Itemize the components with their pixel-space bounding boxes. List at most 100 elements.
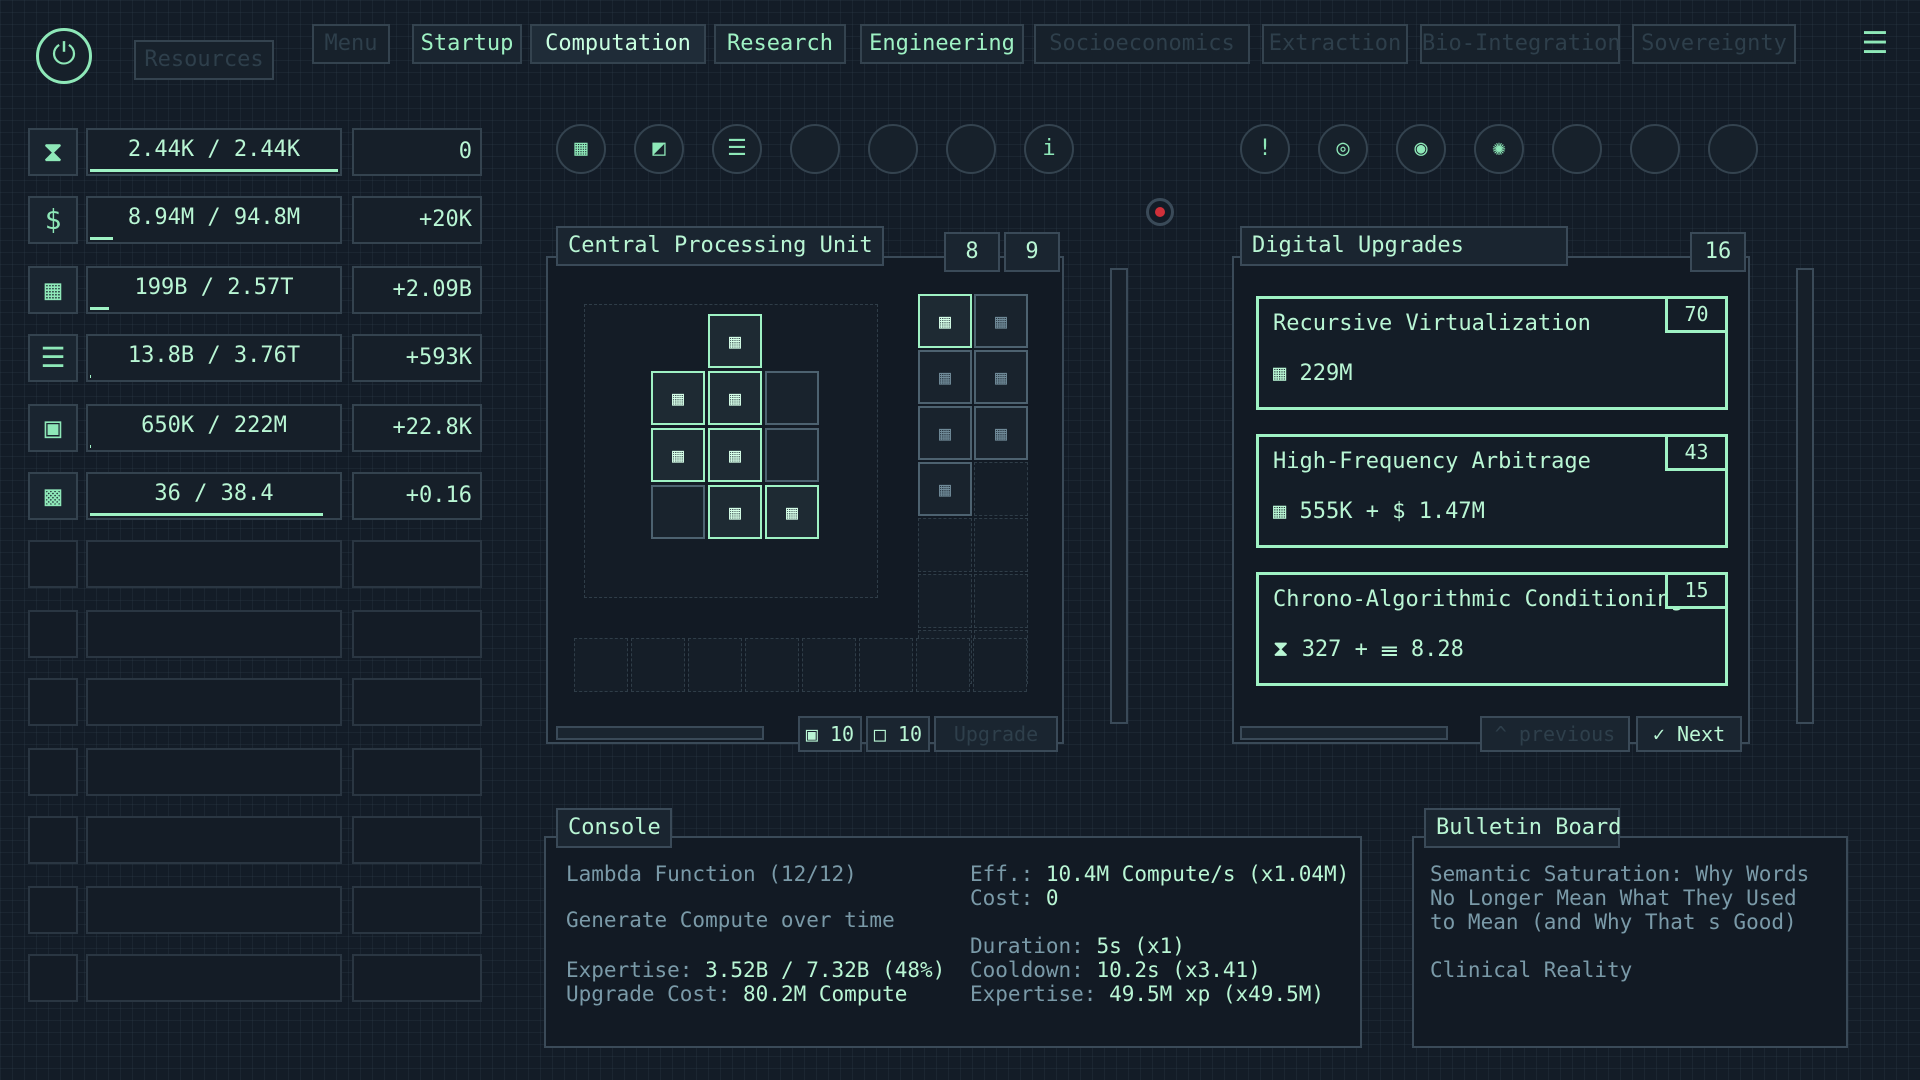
inventory-chip[interactable]: ▦ [974, 294, 1028, 348]
processor-chip[interactable]: ▦ [651, 371, 705, 425]
console-xp-value: 49.5M xp (x49.5M) [1109, 982, 1325, 1006]
upgrade-cost: ▦ 229M [1273, 361, 1353, 386]
empty-rate-slot [352, 748, 482, 796]
upgrade-card-1[interactable]: Recursive Virtualization 70 ▦ 229M [1256, 296, 1728, 410]
settings-button[interactable]: ☰ [1850, 22, 1900, 66]
left-vertical-gauge[interactable] [1110, 268, 1128, 724]
empty-icon-slot [28, 816, 78, 864]
resource-amount: 650K / 222M [86, 404, 342, 452]
empty-node-slot[interactable] [1708, 124, 1758, 174]
processor-chip[interactable]: ▦ [708, 314, 762, 368]
ability-node-icon[interactable]: ◎ [1318, 124, 1368, 174]
bottom-slot[interactable] [973, 638, 1027, 692]
console-cooldown-value: 10.2s (x3.41) [1096, 958, 1261, 982]
processor-chip[interactable]: ▦ [708, 485, 762, 539]
ability-node-icon[interactable]: ✺ [1474, 124, 1524, 174]
inventory-chip[interactable]: ▦ [918, 462, 972, 516]
power-icon: ⏻ [52, 37, 76, 72]
empty-node-slot[interactable] [946, 124, 996, 174]
inventory-slot[interactable] [974, 462, 1028, 516]
empty-amount-slot [86, 816, 342, 864]
bottom-slot[interactable] [688, 638, 742, 692]
tab-socioeconomics[interactable]: Socioeconomics [1034, 24, 1250, 64]
inventory-slot[interactable] [918, 518, 972, 572]
empty-amount-slot [86, 954, 342, 1002]
empty-node-slot[interactable] [790, 124, 840, 174]
cpu-footer-cores: ▣ 10 [798, 716, 862, 752]
tab-research[interactable]: Research [714, 24, 846, 64]
empty-socket[interactable] [765, 371, 819, 425]
ability-node-icon[interactable]: ☰ [712, 124, 762, 174]
console-expertise-value: 3.52B / 7.32B (48%) [705, 958, 946, 982]
upgrade-card-3[interactable]: Chrono-Algorithmic Conditioning 15 ⧗ 327… [1256, 572, 1728, 686]
upgrade-name: High-Frequency Arbitrage [1273, 449, 1591, 474]
empty-node-slot[interactable] [1630, 124, 1680, 174]
ability-node-icon[interactable]: ! [1240, 124, 1290, 174]
inventory-slot[interactable] [974, 518, 1028, 572]
bottom-slot[interactable] [574, 638, 628, 692]
upgrade-level: 70 [1665, 299, 1725, 333]
tab-startup[interactable]: Startup [412, 24, 522, 64]
bottom-slot[interactable] [631, 638, 685, 692]
empty-amount-slot [86, 886, 342, 934]
cpu-count-b: 9 [1004, 232, 1060, 272]
right-vertical-gauge[interactable] [1796, 268, 1814, 724]
upgrades-scrollbar[interactable] [1240, 726, 1448, 740]
bulletin-headline-1-cont: No Longer Mean What They Used [1430, 886, 1797, 910]
inventory-chip[interactable]: ▦ [918, 294, 972, 348]
tab-extraction[interactable]: Extraction [1262, 24, 1408, 64]
bottom-slot[interactable] [916, 638, 970, 692]
inventory-slot[interactable] [974, 574, 1028, 628]
resource-fill-bar [90, 375, 91, 378]
ability-node-icon[interactable]: ◉ [1396, 124, 1446, 174]
cpu-scrollbar[interactable] [556, 726, 764, 740]
tab-computation[interactable]: Computation [530, 24, 706, 64]
empty-socket[interactable] [651, 485, 705, 539]
core-eye-icon [1146, 198, 1174, 226]
bottom-slot[interactable] [745, 638, 799, 692]
processor-chip[interactable]: ▦ [708, 428, 762, 482]
tab-engineering[interactable]: Engineering [860, 24, 1024, 64]
processor-chip[interactable]: ▦ [708, 371, 762, 425]
inventory-chip[interactable]: ▦ [918, 406, 972, 460]
bottom-slot[interactable] [802, 638, 856, 692]
cpu-upgrade-button[interactable]: Upgrade [934, 716, 1058, 752]
inventory-chip[interactable]: ▦ [974, 406, 1028, 460]
inventory-chip[interactable]: ▦ [974, 350, 1028, 404]
menu-button[interactable]: Menu [312, 24, 390, 64]
empty-node-slot[interactable] [868, 124, 918, 174]
console-duration-value: 5s (x1) [1096, 934, 1185, 958]
console-cost-row: Cost: 0 [970, 886, 1059, 910]
empty-node-slot[interactable] [1552, 124, 1602, 174]
inventory-slot[interactable] [918, 574, 972, 628]
ability-node-icon[interactable]: ◩ [634, 124, 684, 174]
ability-node-icon[interactable]: i [1024, 124, 1074, 174]
bulletin-title: Bulletin Board [1424, 808, 1621, 848]
bulletin-headline-1[interactable]: Semantic Saturation: Why Words [1430, 862, 1809, 886]
dollar-icon: $ [28, 196, 78, 244]
empty-socket[interactable] [765, 428, 819, 482]
resource-fill-bar [90, 445, 91, 448]
resource-fill-bar [90, 513, 324, 516]
bottom-slot[interactable] [859, 638, 913, 692]
empty-amount-slot [86, 540, 342, 588]
bulletin-headline-1-end: to Mean (and Why That s Good) [1430, 910, 1797, 934]
processor-chip[interactable]: ▦ [765, 485, 819, 539]
empty-icon-slot [28, 610, 78, 658]
ability-node-icon[interactable]: ▦ [556, 124, 606, 174]
tab-sovereignty[interactable]: Sovereignty [1632, 24, 1796, 64]
previous-button[interactable]: ^ previous [1480, 716, 1630, 752]
upgrade-name: Chrono-Algorithmic Conditioning [1273, 587, 1684, 612]
processor-chip[interactable]: ▦ [651, 428, 705, 482]
tab-bio-integration[interactable]: Bio-Integration [1420, 24, 1621, 64]
bulletin-headline-2[interactable]: Clinical Reality [1430, 958, 1632, 982]
power-button[interactable]: ⏻ [36, 28, 92, 84]
empty-rate-slot [352, 540, 482, 588]
inventory-chip[interactable]: ▦ [918, 350, 972, 404]
upgrade-card-2[interactable]: High-Frequency Arbitrage 43 ▦ 555K + $ 1… [1256, 434, 1728, 548]
empty-rate-slot [352, 610, 482, 658]
upgrade-level: 15 [1665, 575, 1725, 609]
resource-rate: +593K [352, 334, 482, 382]
next-button[interactable]: ✓ Next [1636, 716, 1742, 752]
resource-amount-text: 650K / 222M [141, 413, 287, 438]
